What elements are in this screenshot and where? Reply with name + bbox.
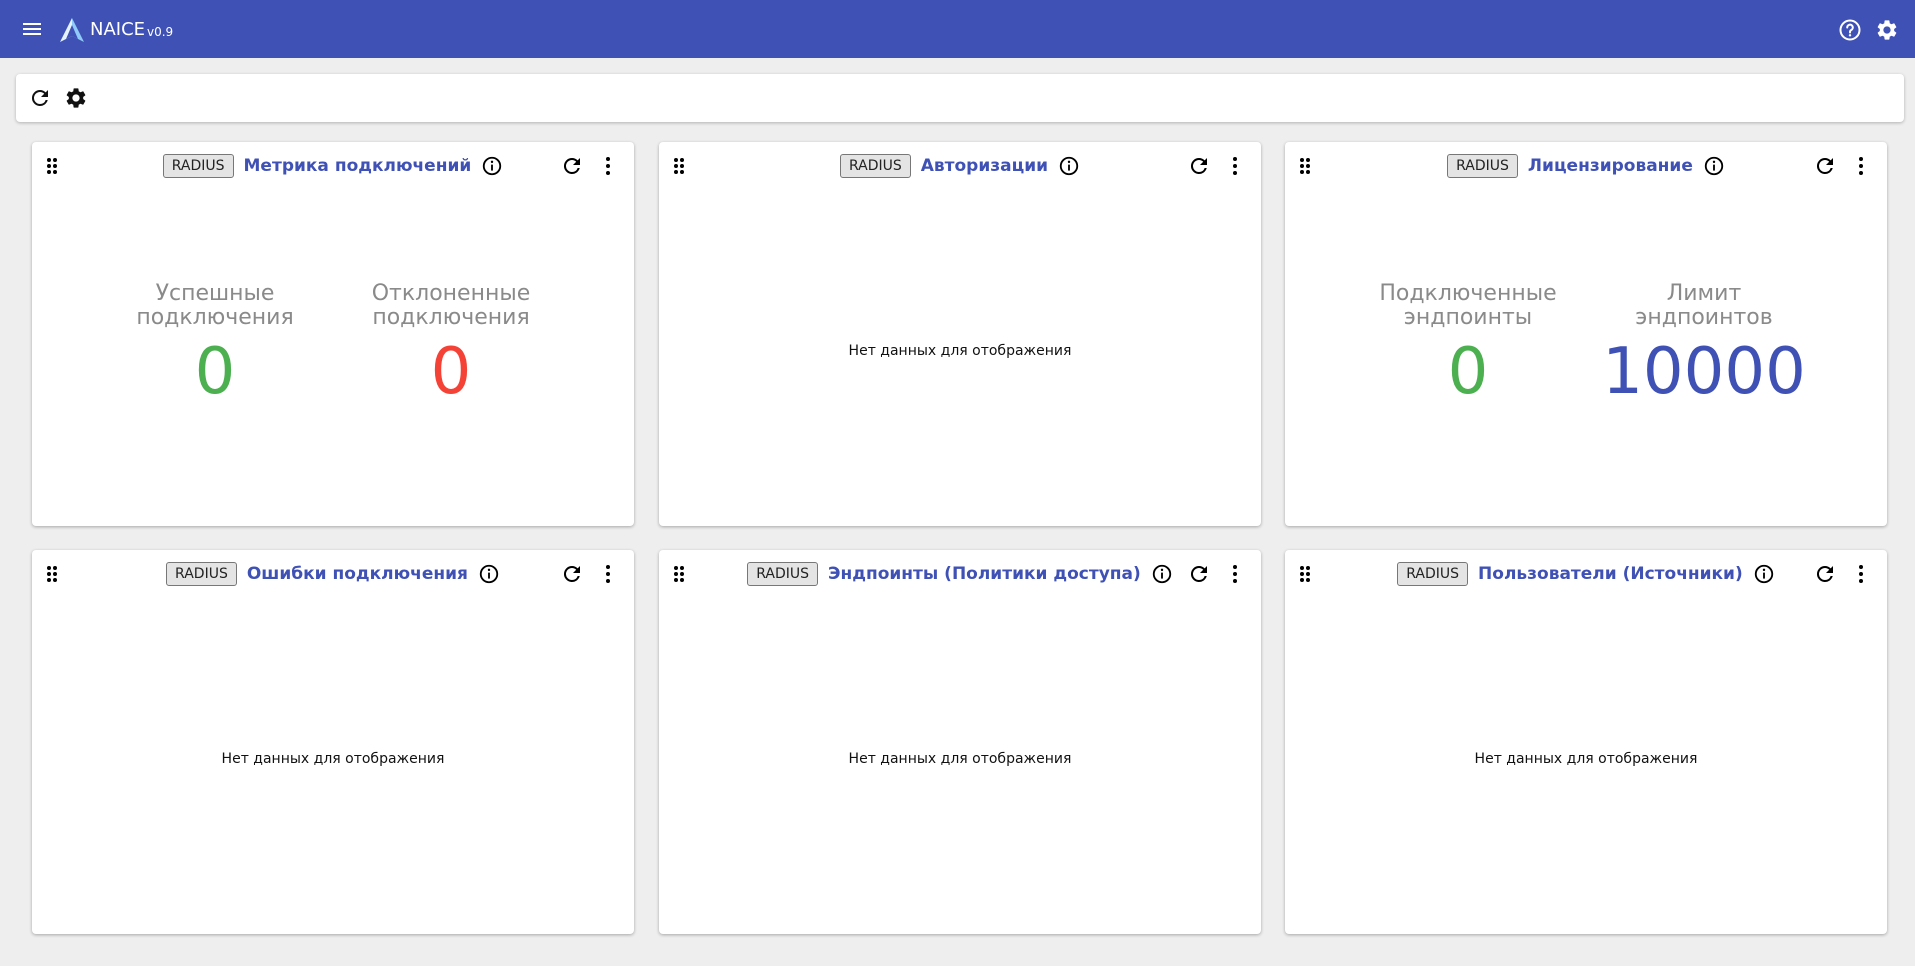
metric-value: 10000 xyxy=(1602,335,1806,409)
protocol-badge: RADIUS xyxy=(166,562,237,586)
empty-state-text: Нет данных для отображения xyxy=(221,751,445,767)
metric-label: эндпоинты xyxy=(1403,305,1533,330)
dashboard-settings-icon[interactable] xyxy=(64,86,88,110)
widget-authorizations: RADIUS Авторизации Нет данных для отобра… xyxy=(659,142,1261,526)
widget-connection-metrics: RADIUS Метрика подключений Успешные подк… xyxy=(32,142,634,526)
widget-header: RADIUS Лицензирование xyxy=(1285,152,1887,180)
metric-endpoint-limit: Лимит эндпоинтов 10000 xyxy=(1584,282,1824,410)
refresh-icon[interactable] xyxy=(1813,154,1837,178)
widget-header: RADIUS Метрика подключений xyxy=(32,152,634,180)
naice-logo-icon xyxy=(60,18,84,42)
help-icon[interactable] xyxy=(1838,18,1862,42)
widget-title[interactable]: Пользователи (Источники) xyxy=(1478,562,1743,586)
refresh-all-icon[interactable] xyxy=(28,86,52,110)
widget-header: RADIUS Ошибки подключения xyxy=(32,560,634,588)
widget-title[interactable]: Метрика подключений xyxy=(244,154,472,178)
more-vertical-icon[interactable] xyxy=(1849,154,1873,178)
settings-gear-icon[interactable] xyxy=(1875,18,1899,42)
metric-connected-endpoints: Подключенные эндпоинты 0 xyxy=(1348,282,1588,410)
more-vertical-icon[interactable] xyxy=(1223,562,1247,586)
refresh-icon[interactable] xyxy=(560,154,584,178)
widget-title[interactable]: Ошибки подключения xyxy=(247,562,468,586)
more-vertical-icon[interactable] xyxy=(1223,154,1247,178)
info-icon[interactable] xyxy=(1703,155,1725,177)
refresh-icon[interactable] xyxy=(1813,562,1837,586)
metric-rejected-connections: Отклоненные подключения 0 xyxy=(331,282,571,410)
info-icon[interactable] xyxy=(1151,563,1173,585)
info-icon[interactable] xyxy=(1058,155,1080,177)
protocol-badge: RADIUS xyxy=(162,154,234,178)
widget-header: RADIUS Пользователи (Источники) xyxy=(1285,560,1887,588)
widget-connection-errors: RADIUS Ошибки подключения Нет данных для… xyxy=(32,550,634,934)
widget-header: RADIUS Эндпоинты (Политики доступа) xyxy=(659,560,1261,588)
refresh-icon[interactable] xyxy=(1187,562,1211,586)
widget-users-sources: RADIUS Пользователи (Источники) Нет данн… xyxy=(1285,550,1887,934)
widget-title[interactable]: Эндпоинты (Политики доступа) xyxy=(828,562,1141,586)
app-version: v0.9 xyxy=(147,25,174,39)
protocol-badge: RADIUS xyxy=(1397,562,1469,586)
metric-value: 0 xyxy=(430,335,472,409)
info-icon[interactable] xyxy=(1753,563,1775,585)
metric-value: 0 xyxy=(1447,335,1489,409)
metric-label: Успешные xyxy=(155,281,275,306)
info-icon[interactable] xyxy=(481,155,503,177)
refresh-icon[interactable] xyxy=(1187,154,1211,178)
metric-label: Лимит xyxy=(1666,281,1742,306)
metric-value: 0 xyxy=(194,335,236,409)
widget-title[interactable]: Авторизации xyxy=(921,154,1048,178)
menu-icon[interactable] xyxy=(20,17,44,41)
metric-label: Подключенные xyxy=(1379,281,1557,306)
app-bar: NAICE v0.9 xyxy=(0,0,1915,58)
app-name: NAICE xyxy=(90,19,146,40)
widget-licensing: RADIUS Лицензирование Подключенные эндпо… xyxy=(1285,142,1887,526)
metric-label: эндпоинтов xyxy=(1635,305,1773,330)
more-vertical-icon[interactable] xyxy=(1849,562,1873,586)
more-vertical-icon[interactable] xyxy=(596,562,620,586)
more-vertical-icon[interactable] xyxy=(596,154,620,178)
dashboard-toolbar xyxy=(16,74,1904,122)
refresh-icon[interactable] xyxy=(560,562,584,586)
empty-state-text: Нет данных для отображения xyxy=(848,751,1072,767)
metric-label: подключения xyxy=(136,305,294,330)
protocol-badge: RADIUS xyxy=(839,154,911,178)
metric-label: подключения xyxy=(372,305,530,330)
protocol-badge: RADIUS xyxy=(1447,154,1518,178)
info-icon[interactable] xyxy=(478,563,500,585)
protocol-badge: RADIUS xyxy=(747,562,818,586)
widget-title[interactable]: Лицензирование xyxy=(1528,154,1693,178)
metric-successful-connections: Успешные подключения 0 xyxy=(95,282,335,410)
empty-state-text: Нет данных для отображения xyxy=(1474,751,1698,767)
metric-label: Отклоненные xyxy=(371,281,531,306)
widget-header: RADIUS Авторизации xyxy=(659,152,1261,180)
empty-state-text: Нет данных для отображения xyxy=(848,343,1072,359)
widget-endpoints-policies: RADIUS Эндпоинты (Политики доступа) Нет … xyxy=(659,550,1261,934)
